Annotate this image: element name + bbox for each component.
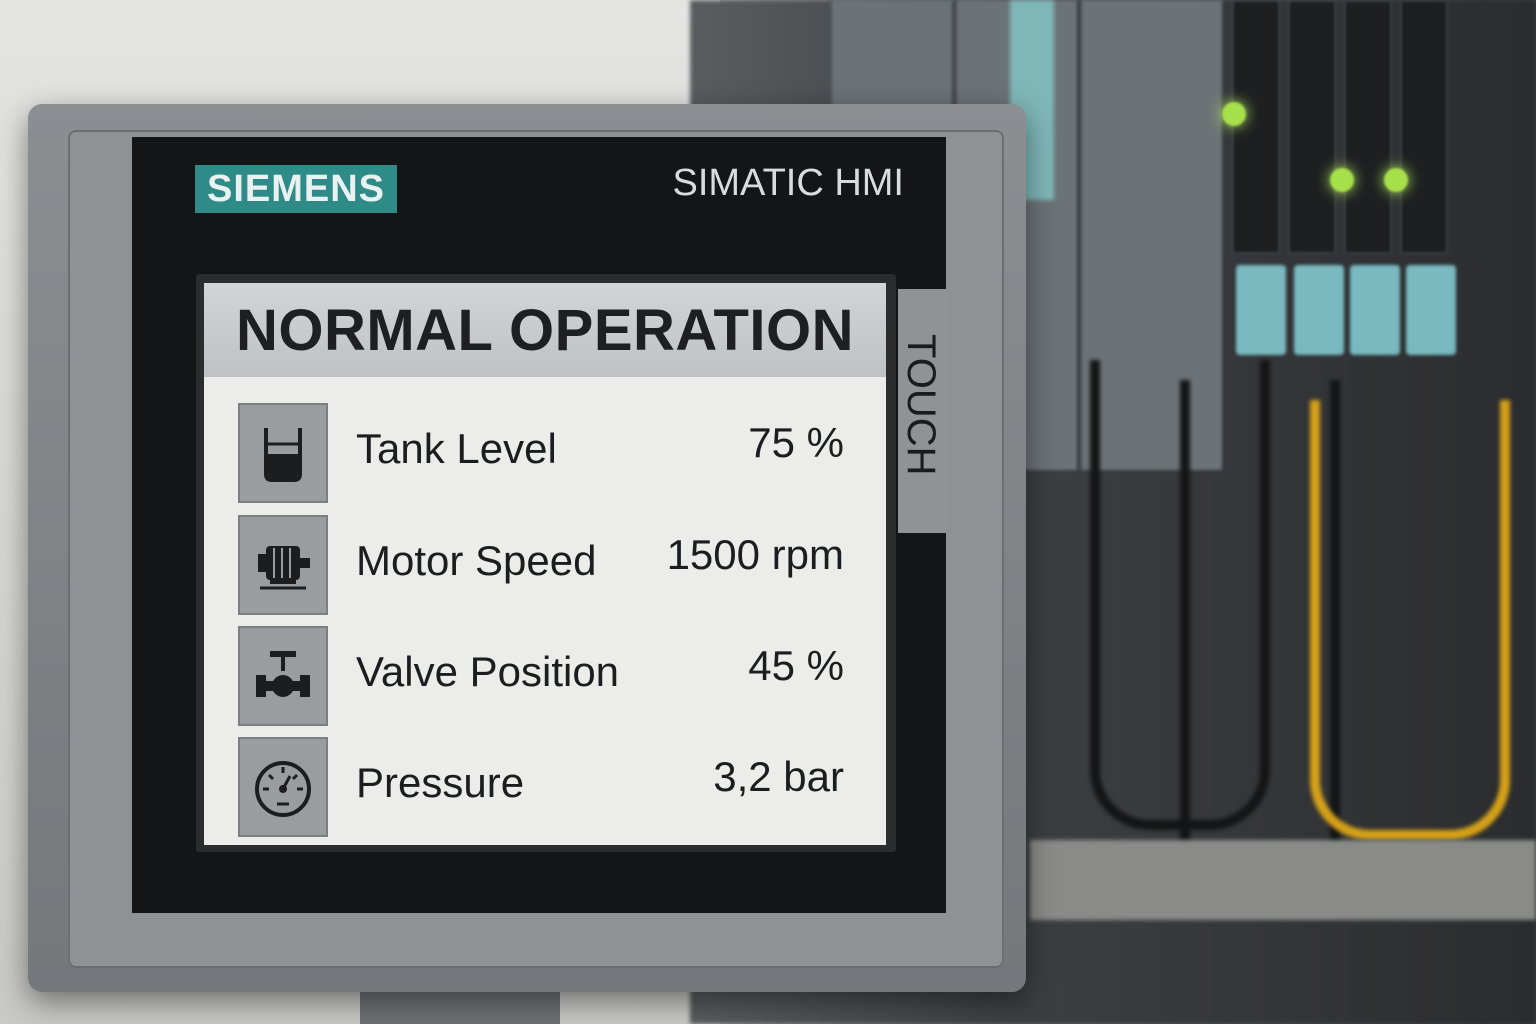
valve-icon	[238, 626, 328, 726]
list-item-motor-speed[interactable]: Motor Speed 1500 rpm	[238, 515, 868, 615]
status-led	[1222, 102, 1246, 126]
row-value: 45 %	[748, 642, 844, 689]
list-item-valve-position[interactable]: Valve Position 45 %	[238, 626, 868, 726]
io-card	[1288, 0, 1336, 254]
io-card	[1232, 0, 1280, 254]
motor-icon	[238, 515, 328, 615]
touch-screen[interactable]: NORMAL OPERATION Tank Level 75 % Motor S…	[204, 283, 886, 845]
row-label: Valve Position	[356, 648, 620, 695]
row-value: 3,2 bar	[713, 753, 844, 800]
list-item-pressure[interactable]: Pressure 3,2 bar	[238, 737, 868, 837]
connector	[1236, 265, 1286, 355]
list-item-tank-level[interactable]: Tank Level 75 %	[238, 403, 868, 503]
connector	[1350, 265, 1400, 355]
brand-logo: SIEMENS	[195, 165, 397, 213]
status-text: NORMAL OPERATION	[235, 297, 855, 363]
row-label: Tank Level	[356, 425, 557, 472]
cable	[1310, 400, 1510, 840]
tank-icon	[238, 403, 328, 503]
shelf	[1030, 840, 1536, 920]
row-value: 75 %	[748, 419, 844, 466]
connector	[1406, 265, 1456, 355]
touch-label: TOUCH	[899, 334, 943, 476]
status-led	[1330, 168, 1354, 192]
status-header: NORMAL OPERATION	[204, 283, 886, 377]
row-label: Motor Speed	[356, 537, 597, 584]
row-label: Pressure	[356, 759, 525, 806]
status-led	[1384, 168, 1408, 192]
connector	[1294, 265, 1344, 355]
io-card	[1400, 0, 1448, 254]
io-card	[1344, 0, 1392, 254]
pressure-gauge-icon	[238, 737, 328, 837]
model-label: SIMATIC HMI	[672, 162, 904, 204]
row-value: 1500 rpm	[666, 531, 844, 578]
